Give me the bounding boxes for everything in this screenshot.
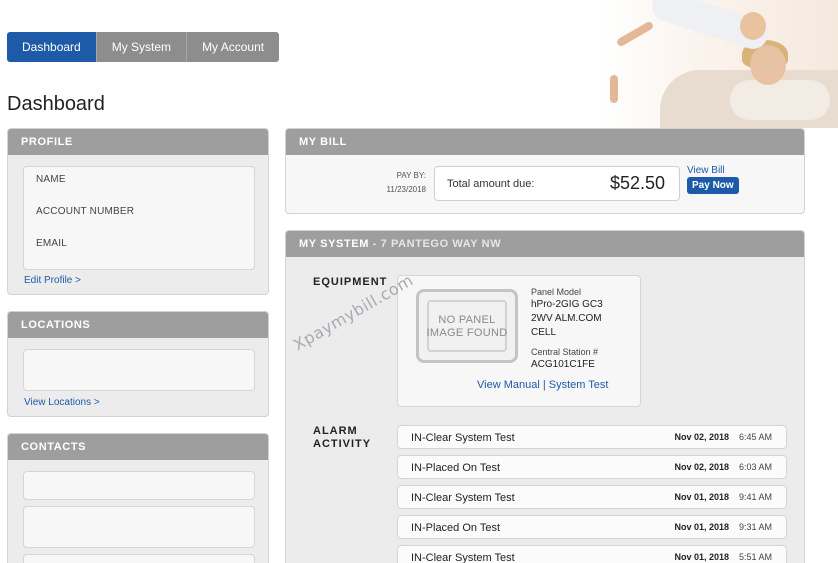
central-station-number: ACG101C1FE bbox=[531, 359, 595, 370]
alarm-date: Nov 02, 2018 bbox=[674, 462, 729, 472]
tab-my-account[interactable]: My Account bbox=[187, 32, 280, 62]
alarm-row[interactable]: IN-Clear System Test Nov 02, 2018 6:45 A… bbox=[397, 425, 787, 449]
panel-placeholder-icon: NO PANEL IMAGE FOUND bbox=[416, 289, 518, 363]
profile-name-label: NAME bbox=[36, 174, 66, 185]
view-manual-link[interactable]: View Manual bbox=[477, 379, 540, 391]
panel-model-line-2: 2WV ALM.COM bbox=[531, 313, 602, 324]
no-image-line-1: NO PANEL bbox=[438, 314, 496, 326]
my-system-title: MY SYSTEM bbox=[299, 238, 369, 250]
profile-heading: PROFILE bbox=[8, 129, 268, 155]
alarm-date: Nov 01, 2018 bbox=[674, 552, 729, 562]
no-image-line-2: IMAGE FOUND bbox=[426, 327, 508, 339]
panel-model-line-3: CELL bbox=[531, 327, 557, 338]
my-system-panel: MY SYSTEM - 7 PANTEGO WAY NW EQUIPMENT N… bbox=[285, 230, 805, 563]
hero-family-photo bbox=[600, 0, 838, 128]
locations-heading: LOCATIONS bbox=[8, 312, 268, 338]
alarm-time: 9:31 AM bbox=[738, 522, 772, 532]
my-system-heading: MY SYSTEM - 7 PANTEGO WAY NW bbox=[286, 231, 804, 257]
alarm-label-line-1: ALARM bbox=[313, 425, 358, 437]
my-system-address: - 7 PANTEGO WAY NW bbox=[372, 238, 502, 250]
tab-dashboard[interactable]: Dashboard bbox=[7, 32, 97, 62]
alarm-time: 5:51 AM bbox=[738, 552, 772, 562]
profile-panel: PROFILE NAME ACCOUNT NUMBER EMAIL Edit P… bbox=[7, 128, 269, 295]
alarm-event: IN-Placed On Test bbox=[411, 462, 501, 474]
alarm-label-line-2: ACTIVITY bbox=[313, 438, 372, 450]
link-separator: | bbox=[542, 379, 546, 391]
alarm-time: 9:41 AM bbox=[738, 492, 772, 502]
pay-now-button[interactable]: Pay Now bbox=[687, 177, 739, 194]
main-nav: Dashboard My System My Account bbox=[7, 32, 280, 62]
alarm-date: Nov 01, 2018 bbox=[674, 522, 729, 532]
alarm-activity-label: ALARM ACTIVITY bbox=[313, 425, 371, 451]
equipment-card: NO PANEL IMAGE FOUND Panel Model hPro-2G… bbox=[397, 275, 641, 407]
page-title: Dashboard bbox=[7, 93, 105, 115]
contacts-panel: CONTACTS bbox=[7, 433, 269, 563]
alarm-event: IN-Placed On Test bbox=[411, 522, 501, 534]
alarm-date: Nov 02, 2018 bbox=[674, 432, 729, 442]
tab-my-system[interactable]: My System bbox=[96, 32, 188, 62]
alarm-event: IN-Clear System Test bbox=[411, 492, 515, 504]
profile-email-label: EMAIL bbox=[36, 238, 68, 249]
alarm-row[interactable]: IN-Placed On Test Nov 02, 2018 6:03 AM bbox=[397, 455, 787, 479]
alarm-time: 6:03 AM bbox=[738, 462, 772, 472]
contact-box-1 bbox=[23, 471, 255, 500]
alarm-row[interactable]: IN-Clear System Test Nov 01, 2018 5:51 A… bbox=[397, 545, 787, 563]
panel-model-line-1: hPro-2GIG GC3 bbox=[531, 299, 603, 310]
profile-details-box: NAME ACCOUNT NUMBER EMAIL bbox=[23, 166, 255, 270]
contacts-heading: CONTACTS bbox=[8, 434, 268, 460]
total-amount-label: Total amount due: bbox=[447, 178, 535, 190]
edit-profile-link[interactable]: Edit Profile > bbox=[24, 275, 81, 286]
profile-account-number-label: ACCOUNT NUMBER bbox=[36, 206, 135, 217]
view-bill-link[interactable]: View Bill bbox=[687, 165, 725, 176]
alarm-time: 6:45 AM bbox=[738, 432, 772, 442]
view-locations-link[interactable]: View Locations > bbox=[24, 397, 100, 408]
contact-box-2 bbox=[23, 506, 255, 548]
alarm-event: IN-Clear System Test bbox=[411, 432, 515, 444]
my-bill-panel: MY BILL PAY BY: 11/23/2018 Total amount … bbox=[285, 128, 805, 214]
alarm-event: IN-Clear System Test bbox=[411, 552, 515, 563]
pay-by-date: 11/23/2018 bbox=[386, 185, 426, 194]
equipment-links: View Manual | System Test bbox=[477, 379, 608, 391]
alarm-row[interactable]: IN-Placed On Test Nov 01, 2018 9:31 AM bbox=[397, 515, 787, 539]
total-amount-value: $52.50 bbox=[609, 173, 665, 193]
alarm-date: Nov 01, 2018 bbox=[674, 492, 729, 502]
my-bill-heading: MY BILL bbox=[286, 129, 804, 155]
total-amount-box: Total amount due: $52.50 bbox=[434, 166, 680, 201]
locations-box bbox=[23, 349, 255, 391]
pay-by-label: PAY BY: bbox=[396, 171, 426, 180]
system-test-link[interactable]: System Test bbox=[549, 379, 609, 391]
contact-box-3 bbox=[23, 554, 255, 563]
locations-panel: LOCATIONS View Locations > bbox=[7, 311, 269, 417]
alarm-row[interactable]: IN-Clear System Test Nov 01, 2018 9:41 A… bbox=[397, 485, 787, 509]
